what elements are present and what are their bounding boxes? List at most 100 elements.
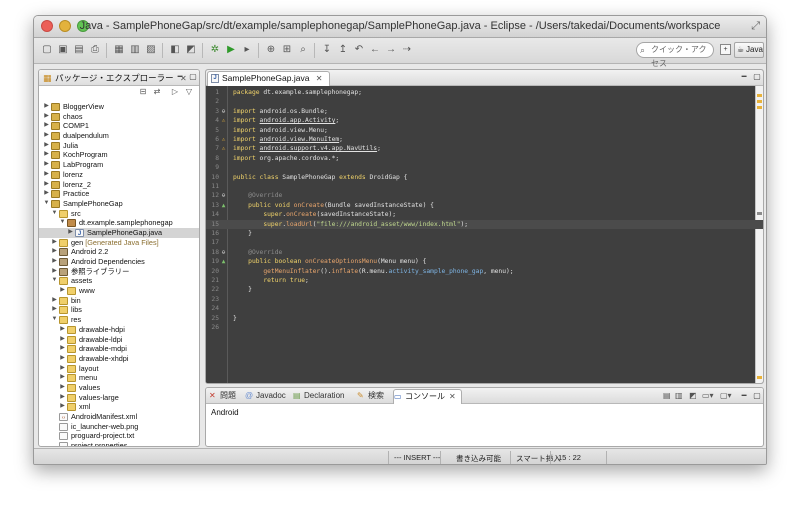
clear-console-icon[interactable]: ▤ [663, 391, 671, 400]
code-line[interactable]: 6 ⚠ import android.view.MenuItem; [206, 135, 763, 144]
code-line[interactable]: 19 ▲ public boolean onCreateOptionsMenu(M… [206, 257, 763, 266]
new-java-class-icon[interactable]: ⊕ [264, 43, 278, 57]
tree-item[interactable]: project.properties [39, 441, 199, 446]
code-line[interactable]: 1 package dt.example.samplephonegap; [206, 88, 763, 97]
collapsed-arrow-icon[interactable]: ▶ [43, 102, 50, 112]
collapsed-arrow-icon[interactable]: ▶ [59, 286, 66, 296]
override-icon[interactable]: ▲ [220, 201, 227, 210]
tree-item[interactable]: ▶ layout [39, 364, 199, 374]
collapsed-arrow-icon[interactable]: ▶ [59, 393, 66, 403]
code-line[interactable]: 12 ⊖ @Override [206, 191, 763, 200]
collapsed-arrow-icon[interactable]: ▶ [67, 228, 74, 238]
fold-icon[interactable]: ⊖ [220, 191, 227, 200]
display-console-icon[interactable]: ▭▾ [702, 391, 714, 400]
close-tab-icon[interactable]: ✕ [316, 74, 323, 83]
tree-item[interactable]: ▼ dt.example.samplephonegap [39, 218, 199, 228]
tab-declaration[interactable]: ▤ Declaration [293, 389, 344, 404]
tree-item[interactable]: ▶ LabProgram [39, 160, 199, 170]
code-line[interactable]: 25} [206, 314, 763, 323]
avd-manager-icon[interactable]: ▨ [144, 43, 158, 57]
collapsed-arrow-icon[interactable]: ▶ [59, 335, 66, 345]
tree-item[interactable]: ▶ 参照ライブラリー [39, 267, 199, 277]
save-all-icon[interactable]: ▤ [72, 43, 86, 57]
code-line[interactable]: 5 import android.view.Menu; [206, 126, 763, 135]
expanded-arrow-icon[interactable]: ▼ [51, 276, 58, 286]
forward-icon[interactable]: → [384, 43, 398, 57]
editor-tab-samplephonegap[interactable]: J SamplePhoneGap.java ✕ [207, 71, 330, 86]
code-line[interactable]: 22 } [206, 285, 763, 294]
external-tools-icon[interactable]: ▸ [240, 43, 254, 57]
tree-item[interactable]: ▶ Android 2.2 [39, 247, 199, 257]
tree-item[interactable]: ▶ menu [39, 373, 199, 383]
collapsed-arrow-icon[interactable]: ▶ [43, 170, 50, 180]
code-line[interactable]: 10 public class SamplePhoneGap extends Dr… [206, 173, 763, 182]
collapsed-arrow-icon[interactable]: ▶ [43, 189, 50, 199]
lint-icon[interactable]: ◧ [168, 43, 182, 57]
build-icon[interactable]: ▦ [112, 43, 126, 57]
collapsed-arrow-icon[interactable]: ▶ [43, 141, 50, 151]
code-line[interactable]: 2 [206, 97, 763, 106]
new-icon[interactable]: ▢ [40, 43, 54, 57]
tree-item[interactable]: proguard-project.txt [39, 431, 199, 441]
tree-item[interactable]: ▶ drawable-mdpi [39, 344, 199, 354]
tree-item[interactable]: ▶ chaos [39, 112, 199, 122]
save-icon[interactable]: ▣ [56, 43, 70, 57]
open-type-icon[interactable]: ⊞ [280, 43, 294, 57]
code-line[interactable]: 20 getMenuInflater().inflate(R.menu.acti… [206, 267, 763, 276]
title-bar[interactable]: Java - SamplePhoneGap/src/dt/example/sam… [34, 16, 766, 38]
collapsed-arrow-icon[interactable]: ▶ [59, 373, 66, 383]
collapsed-arrow-icon[interactable]: ▶ [43, 121, 50, 131]
collapsed-arrow-icon[interactable]: ▶ [51, 267, 58, 277]
collapsed-arrow-icon[interactable]: ▶ [51, 238, 58, 248]
tree-item[interactable]: ▶ xml [39, 402, 199, 412]
minimize-view-icon[interactable]: ━ [739, 72, 749, 82]
code-line[interactable]: 26 [206, 323, 763, 332]
expanded-arrow-icon[interactable]: ▼ [51, 209, 58, 219]
tree-item[interactable]: ▼ src [39, 209, 199, 219]
new-android-project-icon[interactable]: ◩ [184, 43, 198, 57]
last-edit-icon[interactable]: ↶ [352, 43, 366, 57]
tree-item[interactable]: ▼ res [39, 315, 199, 325]
tree-item[interactable]: ▶ bin [39, 296, 199, 306]
code-line[interactable]: 21 return true; [206, 276, 763, 285]
close-tab-icon[interactable]: ✕ [449, 392, 456, 401]
previous-annotation-icon[interactable]: ↥ [336, 43, 350, 57]
pin-console-icon[interactable]: ◩ [689, 391, 697, 400]
tree-item[interactable]: ▶ www [39, 286, 199, 296]
collapsed-arrow-icon[interactable]: ▶ [43, 160, 50, 170]
scroll-lock-icon[interactable]: ▥ [675, 391, 683, 400]
fullscreen-icon[interactable]: ⤢ [751, 20, 760, 33]
expanded-arrow-icon[interactable]: ▼ [51, 315, 58, 325]
tab-problems[interactable]: ✕ 問題 [209, 389, 236, 404]
code-line[interactable]: 3 ⊖ import android.os.Bundle; [206, 107, 763, 116]
link-with-editor-icon[interactable]: ⇄ [152, 87, 162, 97]
fold-icon[interactable]: ⊖ [220, 107, 227, 116]
code-line[interactable]: 8 import org.apache.cordova.*; [206, 154, 763, 163]
tree-item[interactable]: ▶ Julia [39, 141, 199, 151]
view-menu-icon[interactable]: ▽ [184, 87, 194, 97]
tab-console[interactable]: ▭ コンソール ✕ [393, 389, 462, 404]
collapsed-arrow-icon[interactable]: ▶ [59, 364, 66, 374]
print-icon[interactable]: ⎙ [88, 43, 102, 57]
tree-item[interactable]: ▶ Android Dependencies [39, 257, 199, 267]
code-line[interactable]: 13 ▲ public void onCreate(Bundle savedIns… [206, 201, 763, 210]
maximize-view-icon[interactable]: ▢ [752, 391, 762, 401]
tree-item[interactable]: ▶ drawable-hdpi [39, 325, 199, 335]
warning-icon[interactable]: ⚠ [220, 135, 227, 144]
collapsed-arrow-icon[interactable]: ▶ [43, 131, 50, 141]
code-line[interactable]: 4 ⚠ import android.app.Activity; [206, 116, 763, 125]
collapsed-arrow-icon[interactable]: ▶ [59, 344, 66, 354]
code-line[interactable]: 11 [206, 182, 763, 191]
tree-item[interactable]: ▶ BloggerView [39, 102, 199, 112]
tree-item[interactable]: ▶ libs [39, 305, 199, 315]
collapsed-arrow-icon[interactable]: ▶ [59, 383, 66, 393]
tree-item[interactable]: ▶ KochProgram [39, 150, 199, 160]
collapsed-arrow-icon[interactable]: ▶ [51, 257, 58, 267]
maximize-view-icon[interactable]: ▢ [752, 72, 762, 82]
tree-item[interactable]: ▶ dualpendulum [39, 131, 199, 141]
next-annotation-icon[interactable]: ↧ [320, 43, 334, 57]
tree-item[interactable]: ic_launcher-web.png [39, 422, 199, 432]
quick-access-field[interactable]: ⌕ クイック・アクセス [636, 42, 714, 68]
code-line[interactable]: 24 [206, 304, 763, 313]
code-line[interactable]: 15 super.loadUrl("file:///android_asset/… [206, 219, 763, 229]
